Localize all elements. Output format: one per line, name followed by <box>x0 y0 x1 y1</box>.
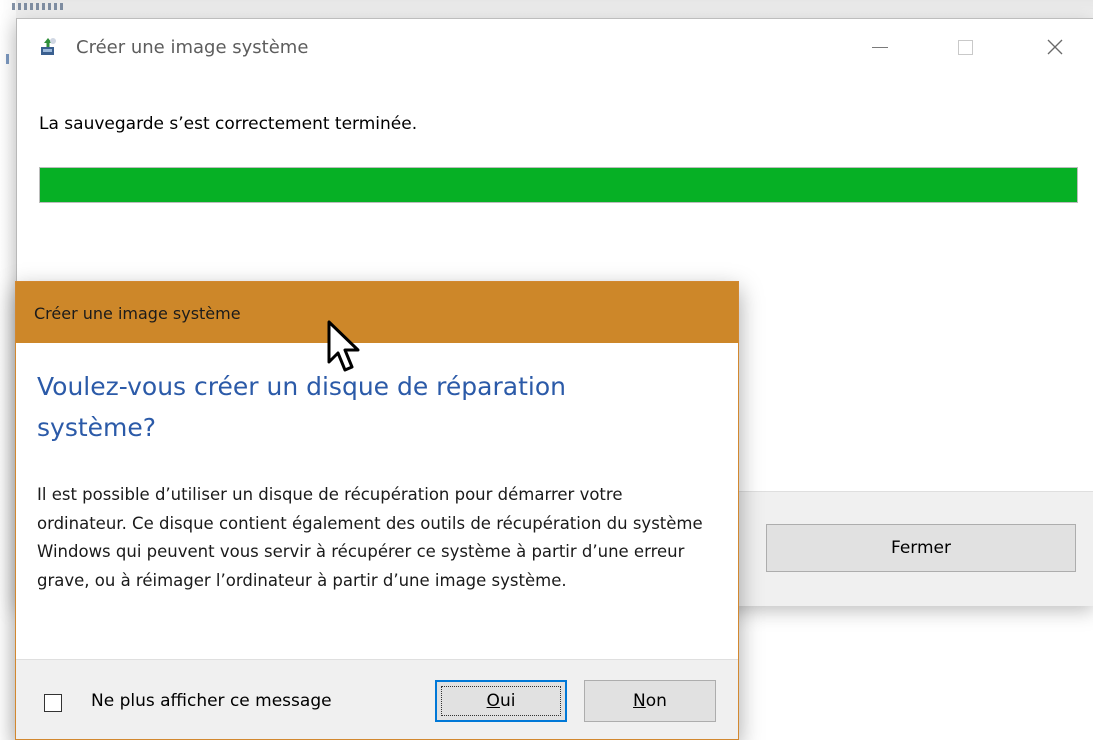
close-window-button[interactable] <box>1032 27 1078 67</box>
no-button-label: on <box>645 691 667 711</box>
backup-app-icon <box>41 38 56 55</box>
title-bar[interactable]: Créer une image système <box>17 19 1093 77</box>
progress-fill <box>40 168 1077 202</box>
repair-disc-dialog: Créer une image système Voulez-vous crée… <box>15 281 739 740</box>
progress-bar <box>39 167 1078 203</box>
dont-show-again-label[interactable]: Ne plus afficher ce message <box>91 691 332 711</box>
minimize-button[interactable] <box>857 27 903 67</box>
yes-button[interactable]: Oui <box>435 680 567 722</box>
dialog-title: Créer une image système <box>34 304 241 323</box>
status-message: La sauvegarde s’est correctement terminé… <box>39 114 418 134</box>
no-button-accesskey: N <box>633 691 646 711</box>
maximize-icon <box>957 39 973 55</box>
focus-ring <box>441 686 561 716</box>
close-button[interactable]: Fermer <box>766 524 1076 572</box>
background-window-fragment-2 <box>6 54 9 64</box>
window-title: Créer une image système <box>76 37 309 58</box>
dialog-footer: Ne plus afficher ce message Oui Non <box>16 659 738 739</box>
close-icon <box>1047 39 1063 55</box>
background-window-fragment <box>12 3 64 10</box>
minimize-icon <box>872 46 888 48</box>
dialog-heading: Voulez-vous créer un disque de réparatio… <box>37 372 566 442</box>
background-window-left-edge <box>0 0 16 740</box>
no-button[interactable]: Non <box>584 680 716 722</box>
dialog-body-text: Il est possible d’utiliser un disque de … <box>37 485 703 590</box>
dont-show-again-checkbox[interactable] <box>44 694 62 712</box>
dialog-title-bar[interactable]: Créer une image système <box>16 282 738 343</box>
mouse-pointer-icon <box>327 320 360 372</box>
maximize-button[interactable] <box>942 27 988 67</box>
